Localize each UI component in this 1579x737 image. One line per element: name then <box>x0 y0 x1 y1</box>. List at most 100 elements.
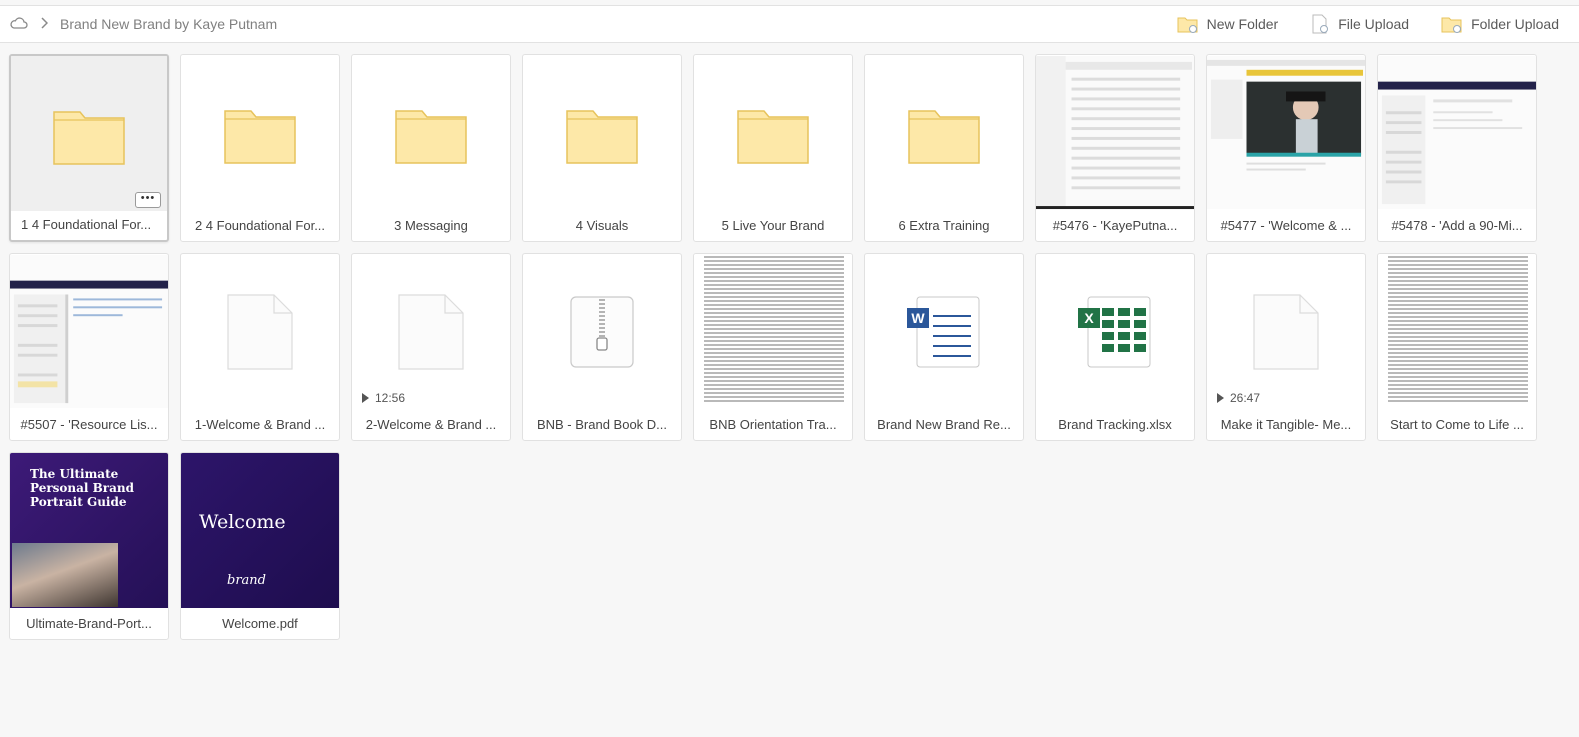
file-upload-label: File Upload <box>1338 16 1410 32</box>
document-text-preview <box>1388 256 1528 404</box>
document-text-preview <box>704 256 844 404</box>
folder-thumbnail <box>865 55 1023 210</box>
folder-thumbnail <box>694 55 852 210</box>
folder-card[interactable]: 4 Visuals <box>522 54 682 242</box>
new-folder-icon <box>1177 17 1198 33</box>
file-name: Make it Tangible- Me... <box>1220 417 1352 432</box>
document-thumbnail <box>694 254 852 409</box>
breadcrumb: Brand New Brand by Kaye Putnam <box>10 6 277 42</box>
file-name: 4 Visuals <box>575 218 629 233</box>
document-card[interactable]: BNB Orientation Tra... <box>693 253 853 441</box>
pdf-cover-thumbnail: Welcome brand <box>181 453 339 608</box>
pdf-cover: The Ultimate Personal Brand Portrait Gui… <box>10 453 168 608</box>
file-thumbnail: W <box>865 254 1023 409</box>
folder-upload-button[interactable]: Folder Upload <box>1441 15 1559 33</box>
image-card[interactable]: #5477 - 'Welcome & ... <box>1206 54 1366 242</box>
folder-card[interactable]: 5 Live Your Brand <box>693 54 853 242</box>
folder-thumbnail <box>352 55 510 210</box>
top-bar: Brand New Brand by Kaye Putnam New Folde… <box>0 5 1579 43</box>
file-name: 1-Welcome & Brand ... <box>194 417 326 432</box>
file-name: #5476 - 'KayePutna... <box>1052 218 1178 233</box>
file-name: 6 Extra Training <box>898 218 990 233</box>
cloud-icon[interactable] <box>10 16 28 32</box>
image-card[interactable]: #5507 - 'Resource Lis... <box>9 253 169 441</box>
folder-upload-label: Folder Upload <box>1471 16 1559 32</box>
word-card[interactable]: W Brand New Brand Re... <box>864 253 1024 441</box>
new-folder-label: New Folder <box>1206 16 1279 32</box>
generic-file-icon <box>398 293 464 370</box>
file-name: Brand New Brand Re... <box>877 417 1011 432</box>
folder-icon <box>908 109 980 164</box>
cover-photo <box>12 543 118 607</box>
file-name: BNB Orientation Tra... <box>709 417 837 432</box>
document-card[interactable]: Start to Come to Life ... <box>1377 253 1537 441</box>
video-duration: 26:47 <box>1217 391 1260 405</box>
file-name: 2 4 Foundational For... <box>194 218 326 233</box>
folder-icon <box>737 109 809 164</box>
screenshot-thumbnail <box>1036 55 1194 210</box>
file-name: 5 Live Your Brand <box>721 218 825 233</box>
play-icon <box>1217 393 1224 403</box>
play-icon <box>362 393 369 403</box>
chevron-right-icon <box>40 16 49 32</box>
zip-archive-icon <box>570 295 634 368</box>
file-name: BNB - Brand Book D... <box>536 417 668 432</box>
more-options-icon[interactable]: ••• <box>135 192 161 208</box>
file-thumbnail: X <box>1036 254 1194 409</box>
pdf-cover: Welcome brand <box>181 453 339 608</box>
folder-upload-icon <box>1441 17 1462 33</box>
folder-card[interactable]: 6 Extra Training <box>864 54 1024 242</box>
pdf-card[interactable]: Welcome brand Welcome.pdf <box>180 452 340 640</box>
file-name: #5507 - 'Resource Lis... <box>20 417 158 432</box>
screenshot-image-icon <box>10 254 168 409</box>
cover-logo: brand <box>227 573 266 588</box>
zip-card[interactable]: BNB - Brand Book D... <box>522 253 682 441</box>
screenshot-thumbnail <box>1207 55 1365 210</box>
folder-icon <box>224 109 296 164</box>
new-folder-button[interactable]: New Folder <box>1177 15 1279 33</box>
file-name: 2-Welcome & Brand ... <box>365 417 497 432</box>
file-name: Brand Tracking.xlsx <box>1058 417 1172 432</box>
cover-title: Welcome <box>199 511 286 533</box>
image-card[interactable]: #5478 - 'Add a 90-Mi... <box>1377 54 1537 242</box>
file-thumbnail <box>181 254 339 409</box>
file-upload-button[interactable]: File Upload <box>1310 14 1409 34</box>
excel-spreadsheet-icon: X <box>1078 296 1151 367</box>
file-thumbnail <box>1207 254 1365 409</box>
video-duration: 12:56 <box>362 391 405 405</box>
screenshot-image-icon <box>1036 55 1194 210</box>
folder-card[interactable]: 2 4 Foundational For... <box>180 54 340 242</box>
video-card[interactable]: 12:56 2-Welcome & Brand ... <box>351 253 511 441</box>
folder-thumbnail <box>181 55 339 210</box>
file-name: #5478 - 'Add a 90-Mi... <box>1391 218 1523 233</box>
svg-text:X: X <box>1084 310 1094 326</box>
file-name: Ultimate-Brand-Port... <box>26 616 152 631</box>
folder-card[interactable]: ••• 1 4 Foundational For... <box>9 54 169 242</box>
file-thumbnail <box>352 254 510 409</box>
file-name: Welcome.pdf <box>222 616 298 631</box>
generic-file-icon <box>1253 293 1319 370</box>
breadcrumb-current[interactable]: Brand New Brand by Kaye Putnam <box>60 16 277 32</box>
video-card[interactable]: 26:47 Make it Tangible- Me... <box>1206 253 1366 441</box>
svg-text:W: W <box>911 310 925 326</box>
pdf-cover-thumbnail: The Ultimate Personal Brand Portrait Gui… <box>10 453 168 608</box>
folder-thumbnail <box>11 56 167 211</box>
generic-file-icon <box>227 293 293 370</box>
screenshot-image-icon <box>1207 55 1365 210</box>
image-card[interactable]: #5476 - 'KayePutna... <box>1035 54 1195 242</box>
file-name: 1 4 Foundational For... <box>21 217 152 232</box>
file-upload-icon <box>1312 14 1329 34</box>
folder-icon <box>53 110 125 165</box>
pdf-card[interactable]: The Ultimate Personal Brand Portrait Gui… <box>9 452 169 640</box>
screenshot-thumbnail <box>10 254 168 409</box>
folder-icon <box>395 109 467 164</box>
folder-card[interactable]: 3 Messaging <box>351 54 511 242</box>
file-name: #5477 - 'Welcome & ... <box>1220 218 1352 233</box>
screenshot-image-icon <box>1378 55 1536 210</box>
excel-card[interactable]: X Brand Tracking.xlsx <box>1035 253 1195 441</box>
file-card[interactable]: 1-Welcome & Brand ... <box>180 253 340 441</box>
folder-icon <box>566 109 638 164</box>
file-thumbnail <box>523 254 681 409</box>
toolbar-actions: New Folder File Upload Folder Upload <box>1177 6 1579 42</box>
screenshot-thumbnail <box>1378 55 1536 210</box>
